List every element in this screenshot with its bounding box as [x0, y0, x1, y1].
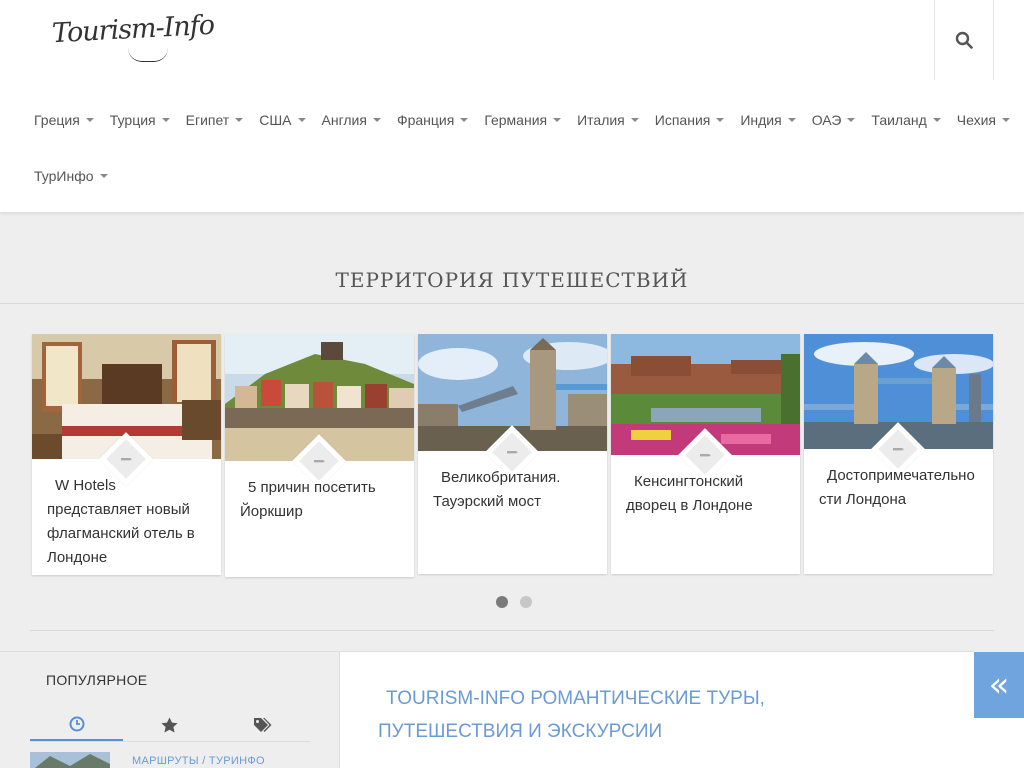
nav-item-greece[interactable]: Греция — [26, 112, 102, 128]
nav-row-2: ТурИнфо — [26, 148, 986, 204]
badge-inner — [299, 441, 339, 481]
nav-item-label: США — [259, 112, 292, 128]
post-card[interactable]: Кенсингтонский дворец в Лондоне — [611, 334, 800, 574]
search-icon — [955, 31, 973, 49]
main-nav: Греция Турция Египет США Англия Франция … — [26, 92, 1011, 204]
nav-item-thailand[interactable]: Таиланд — [863, 112, 948, 128]
nav-item-label: Таиланд — [871, 112, 927, 128]
tags-icon — [254, 717, 272, 732]
post-card[interactable]: Достопримечательности Лондона — [804, 334, 993, 574]
section-divider — [0, 303, 1024, 304]
popular-post-thumbnail[interactable] — [30, 752, 110, 768]
site-header: Tourism-Info Греция Турция Египет США Ан… — [0, 0, 1024, 213]
nav-item-label: ОАЭ — [811, 112, 842, 128]
nav-item-label: Испания — [654, 112, 711, 128]
caret-down-icon — [372, 118, 381, 122]
badge-inner — [106, 439, 146, 479]
caret-down-icon — [553, 118, 562, 122]
badge-inner — [878, 429, 918, 469]
nav-item-italy[interactable]: Италия — [569, 112, 647, 128]
sidebar-toggle-button[interactable]: « — [974, 652, 1024, 718]
search-button[interactable] — [934, 0, 994, 80]
caret-down-icon — [460, 118, 469, 122]
nav-item-egypt[interactable]: Египет — [178, 112, 252, 128]
nav-item-france[interactable]: Франция — [389, 112, 476, 128]
caret-down-icon — [787, 118, 796, 122]
caret-down-icon — [85, 118, 94, 122]
widget-tabs — [30, 708, 310, 742]
popular-post-category[interactable]: МАРШРУТЫ / ТУРИНФО — [132, 755, 265, 767]
nav-item-label: Чехия — [956, 112, 997, 128]
tab-recent[interactable] — [30, 708, 124, 741]
nav-item-turinfo[interactable]: ТурИнфо — [26, 168, 116, 184]
pencil-icon — [314, 460, 325, 463]
star-icon — [161, 717, 179, 732]
nav-item-label: Греция — [34, 112, 80, 128]
caret-down-icon — [630, 118, 639, 122]
section-title: ТЕРРИТОРИЯ ПУТЕШЕСТВИЙ — [335, 268, 689, 292]
caret-down-icon — [297, 118, 306, 122]
caret-down-icon — [161, 118, 170, 122]
post-card[interactable]: W Hotels представляет новый флагманский … — [32, 334, 221, 575]
nav-item-label: Турция — [109, 112, 156, 128]
widget-heading: ПОПУЛЯРНОЕ — [46, 672, 148, 688]
logo-flourish — [128, 48, 168, 62]
nav-item-label: ТурИнфо — [34, 168, 94, 184]
caret-down-icon — [847, 118, 856, 122]
caret-down-icon — [716, 118, 725, 122]
nav-item-czech[interactable]: Чехия — [949, 112, 1018, 128]
content-divider — [30, 630, 994, 631]
nav-item-india[interactable]: Индия — [732, 112, 803, 128]
right-panel-edge — [974, 718, 1024, 768]
caret-down-icon — [1002, 118, 1011, 122]
tab-popular[interactable] — [123, 708, 216, 741]
tab-tags[interactable] — [217, 708, 310, 741]
nav-item-label: Египет — [185, 112, 230, 128]
pencil-icon — [121, 458, 132, 461]
main-content: TOURISM-INFO РОМАНТИЧЕСКИЕ ТУРЫ, ПУТЕШЕС… — [340, 651, 974, 768]
nav-item-label: Индия — [740, 112, 782, 128]
sidebar-widget: ПОПУЛЯРНОЕ МАРШРУТЫ / ТУРИНФО — [0, 651, 340, 768]
slider-dot-2[interactable] — [520, 596, 532, 608]
page-heading: TOURISM-INFO РОМАНТИЧЕСКИЕ ТУРЫ, ПУТЕШЕС… — [378, 688, 765, 742]
site-logo[interactable]: Tourism-Info — [51, 10, 214, 49]
nav-item-germany[interactable]: Германия — [476, 112, 569, 128]
pencil-icon — [507, 451, 518, 454]
post-title[interactable]: Кенсингтонский дворец в Лондоне — [626, 470, 788, 518]
caret-down-icon — [99, 174, 108, 178]
double-chevron-left-icon: « — [988, 665, 1010, 705]
badge-inner — [685, 435, 725, 475]
nav-item-england[interactable]: Англия — [314, 112, 389, 128]
nav-item-spain[interactable]: Испания — [647, 112, 733, 128]
slider-pagination — [496, 596, 532, 608]
post-title[interactable]: Великобритания. Тауэрский мост — [433, 466, 595, 514]
nav-item-label: Англия — [321, 112, 367, 128]
clock-icon — [69, 716, 85, 731]
nav-item-usa[interactable]: США — [251, 112, 313, 128]
post-title[interactable]: Достопримечательности Лондона — [819, 464, 981, 512]
nav-item-label: Франция — [396, 112, 455, 128]
post-title[interactable]: 5 причин посетить Йоркшир — [240, 476, 402, 524]
nav-item-label: Германия — [484, 112, 548, 128]
slider-dot-1[interactable] — [496, 596, 508, 608]
nav-item-label: Италия — [577, 112, 625, 128]
post-card[interactable]: 5 причин посетить Йоркшир — [225, 334, 414, 577]
nav-item-turkey[interactable]: Турция — [102, 112, 178, 128]
pencil-icon — [700, 454, 711, 457]
nav-row-1: Греция Турция Египет США Англия Франция … — [26, 92, 1011, 148]
nav-item-uae[interactable]: ОАЭ — [804, 112, 864, 128]
caret-down-icon — [932, 118, 941, 122]
post-title[interactable]: W Hotels представляет новый флагманский … — [47, 474, 209, 570]
caret-down-icon — [235, 118, 244, 122]
post-card[interactable]: Великобритания. Тауэрский мост — [418, 334, 607, 574]
pencil-icon — [893, 448, 904, 451]
